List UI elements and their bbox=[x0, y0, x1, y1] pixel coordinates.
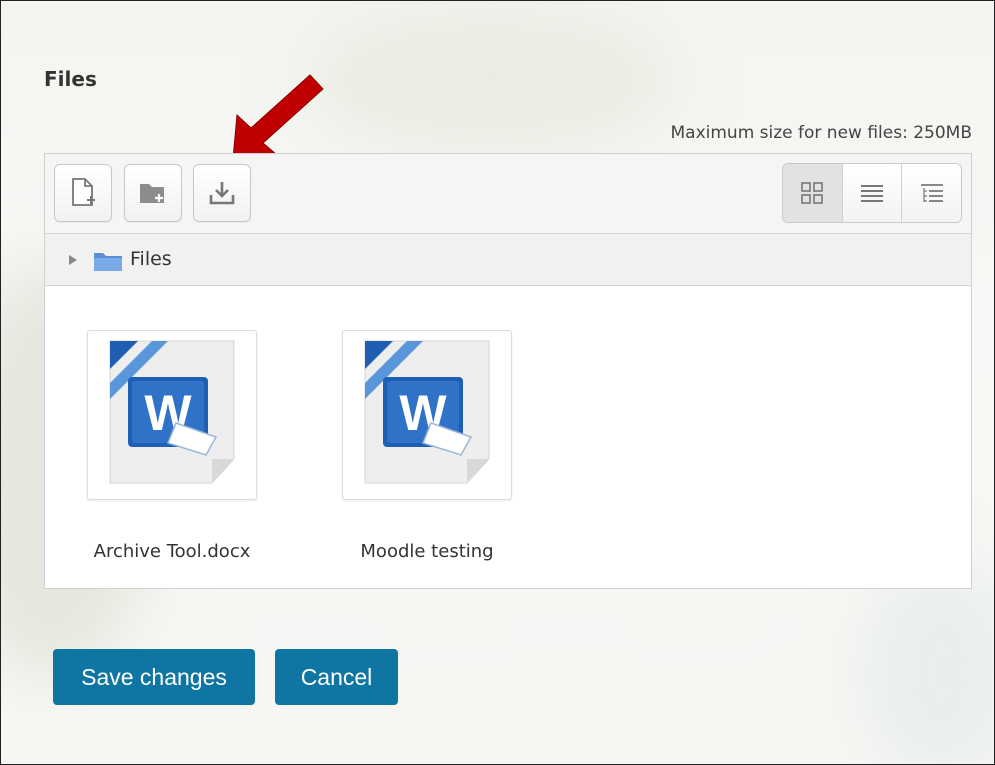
add-file-icon bbox=[72, 178, 95, 206]
create-folder-button[interactable] bbox=[124, 164, 182, 222]
word-document-icon: W bbox=[109, 340, 235, 484]
page-frame: Files Maximum size for new files: 250MB bbox=[0, 0, 995, 765]
breadcrumb-folder-label[interactable]: Files bbox=[130, 248, 172, 270]
files-area: W Archive Tool.docx W Moodle testing bbox=[45, 286, 971, 588]
tree-view-icon bbox=[920, 184, 943, 202]
breadcrumb: Files bbox=[45, 234, 971, 286]
section-title: Files bbox=[44, 67, 97, 91]
list-view-icon bbox=[861, 185, 883, 202]
max-file-size-label: Maximum size for new files: 250MB bbox=[670, 123, 972, 143]
create-folder-icon bbox=[140, 184, 164, 203]
add-file-button[interactable] bbox=[54, 164, 112, 222]
view-switcher bbox=[782, 163, 962, 223]
file-name: Archive Tool.docx bbox=[93, 541, 251, 562]
save-changes-button[interactable]: Save changes bbox=[53, 649, 255, 705]
list-view-button[interactable] bbox=[842, 164, 903, 222]
file-item[interactable]: W Archive Tool.docx bbox=[45, 330, 257, 588]
file-thumbnail: W bbox=[342, 330, 512, 500]
file-name: Moodle testing bbox=[360, 541, 494, 562]
folder-icon bbox=[94, 253, 122, 271]
icons-view-button[interactable] bbox=[783, 164, 843, 222]
file-manager: Files W Archive Tool.docx W Moodle testi… bbox=[44, 153, 972, 589]
icons-view-icon bbox=[801, 182, 824, 204]
file-item[interactable]: W Moodle testing bbox=[300, 330, 512, 588]
background-decoration bbox=[861, 561, 994, 764]
download-button[interactable] bbox=[193, 164, 251, 222]
cancel-button[interactable]: Cancel bbox=[275, 649, 398, 705]
annotation-arrow-icon bbox=[232, 74, 324, 160]
expand-arrow-icon[interactable] bbox=[67, 254, 79, 266]
word-document-icon: W bbox=[364, 340, 490, 484]
file-thumbnail: W bbox=[87, 330, 257, 500]
file-manager-toolbar bbox=[45, 154, 971, 234]
tree-view-button[interactable] bbox=[902, 164, 961, 222]
download-icon bbox=[209, 182, 235, 205]
background-decoration bbox=[301, 1, 681, 161]
